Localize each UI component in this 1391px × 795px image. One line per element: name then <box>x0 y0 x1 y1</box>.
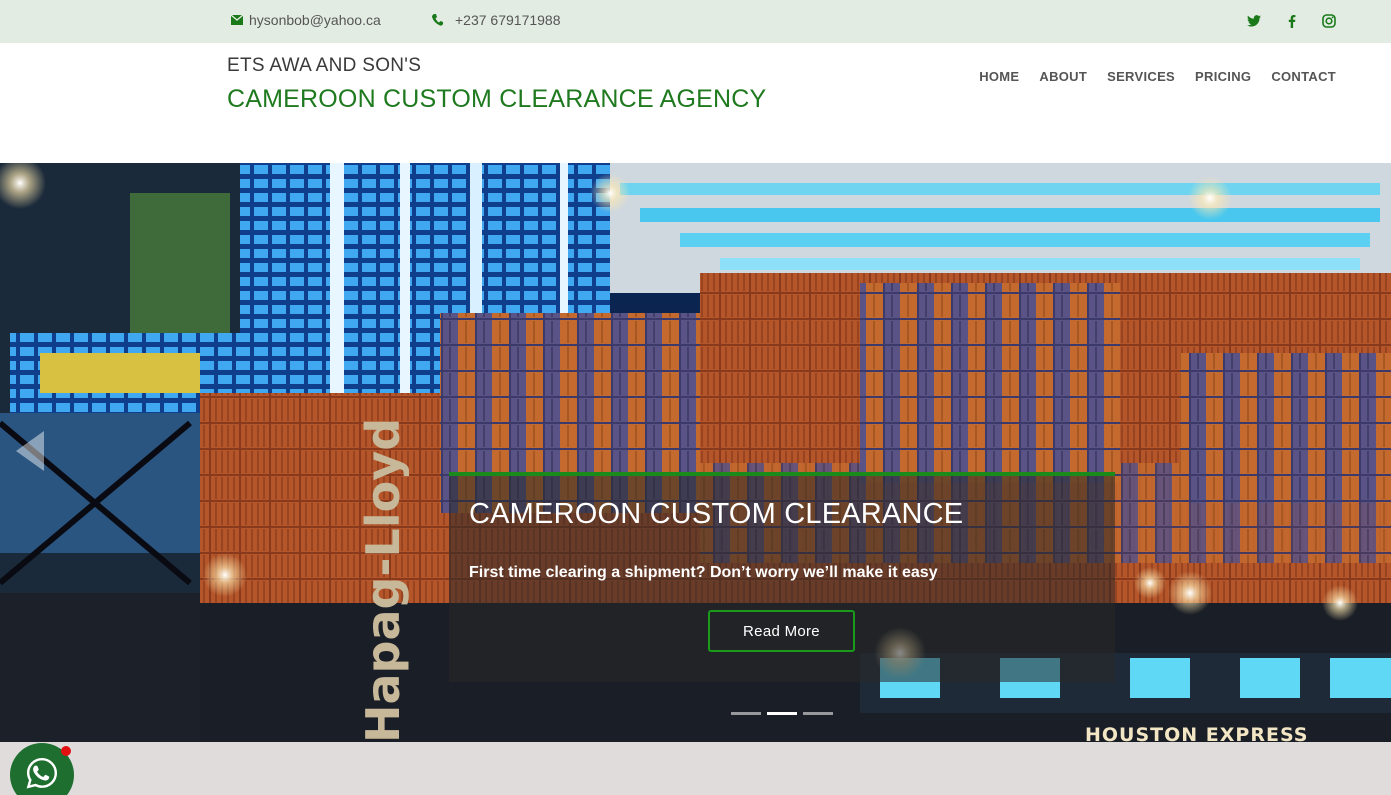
instagram-icon[interactable] <box>1320 12 1338 30</box>
whatsapp-chat-button[interactable] <box>10 743 74 795</box>
email-text[interactable]: hysonbob@yahoo.ca <box>249 12 381 28</box>
phone-icon <box>432 14 443 26</box>
site-header: ETS AWA AND SON'S CAMEROON CUSTOM CLEARA… <box>0 43 1391 163</box>
nav-pricing[interactable]: PRICING <box>1195 69 1251 84</box>
notification-badge <box>61 746 71 756</box>
twitter-icon[interactable] <box>1245 12 1263 30</box>
nav-services[interactable]: SERVICES <box>1107 69 1175 84</box>
main-nav: HOME ABOUT SERVICES PRICING CONTACT <box>979 69 1336 84</box>
nav-contact[interactable]: CONTACT <box>1271 69 1336 84</box>
phone-contact[interactable]: +237 679171988 <box>432 12 561 28</box>
slide-caption: CAMEROON CUSTOM CLEARANCE First time cle… <box>449 472 1115 682</box>
brand-tagline[interactable]: CAMEROON CUSTOM CLEARANCE AGENCY <box>227 85 766 114</box>
nav-about[interactable]: ABOUT <box>1039 69 1087 84</box>
whatsapp-icon <box>25 756 59 795</box>
phone-text[interactable]: +237 679171988 <box>455 12 561 28</box>
top-bar: hysonbob@yahoo.ca +237 679171988 <box>0 0 1391 43</box>
brand-name[interactable]: ETS AWA AND SON'S <box>227 55 421 77</box>
facebook-icon[interactable] <box>1283 12 1301 30</box>
next-section <box>0 742 1391 795</box>
ship-name-text: HOUSTON EXPRESS <box>1085 724 1308 742</box>
read-more-button[interactable]: Read More <box>708 610 855 652</box>
slide-dot-3[interactable] <box>803 712 833 715</box>
hull-text: Hapag-Lloyd <box>356 418 410 742</box>
email-contact[interactable]: hysonbob@yahoo.ca <box>231 12 381 28</box>
slider-dots <box>731 712 833 715</box>
slide-subtitle: First time clearing a shipment? Don’t wo… <box>469 564 938 581</box>
nav-home[interactable]: HOME <box>979 69 1019 84</box>
hero-slider: Hapag-Lloyd HOUSTON EXPRESS CAMEROON CUS… <box>0 163 1391 742</box>
slide-dot-2[interactable] <box>767 712 797 715</box>
envelope-icon <box>231 15 243 25</box>
prev-slide-arrow-icon[interactable] <box>16 431 46 471</box>
slide-dot-1[interactable] <box>731 712 761 715</box>
slide-title: CAMEROON CUSTOM CLEARANCE <box>469 498 964 530</box>
